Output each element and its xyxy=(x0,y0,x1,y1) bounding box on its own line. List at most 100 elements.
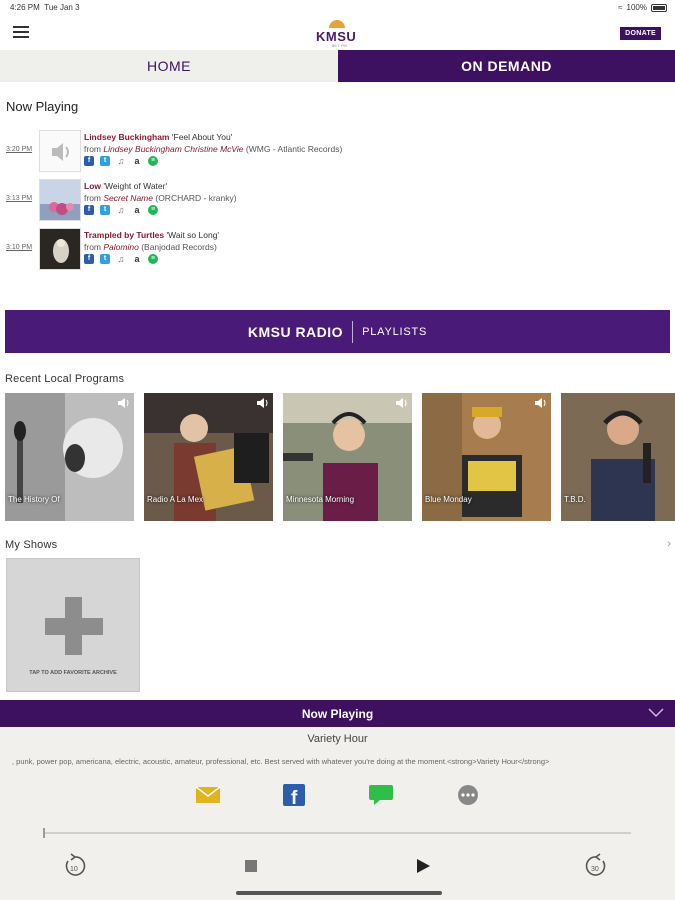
logo-sun-icon xyxy=(329,20,345,28)
svg-text:30: 30 xyxy=(591,866,599,873)
current-show-name: Variety Hour xyxy=(307,733,368,745)
audio-speaker-icon xyxy=(257,398,268,408)
track-album[interactable]: Lindsey Buckingham Christine McVie xyxy=(103,144,243,154)
track-album[interactable]: Palomino xyxy=(103,242,138,252)
stop-icon[interactable] xyxy=(244,859,258,873)
banner-station-name: KMSU RADIO xyxy=(248,320,354,343)
forward-30-icon[interactable]: 30 xyxy=(583,853,609,879)
track-time[interactable]: 3:20 PM xyxy=(6,146,32,153)
tab-on-demand[interactable]: ON DEMAND xyxy=(338,50,675,82)
album-art-secret-name xyxy=(40,180,80,220)
speaker-placeholder-icon xyxy=(52,143,69,161)
program-caption: Radio A La Mex xyxy=(147,495,204,504)
track-label: (WMG - Atlantic Records) xyxy=(245,144,343,154)
track-artist[interactable]: Lindsey Buckingham xyxy=(84,132,170,142)
now-playing-bar[interactable]: Now Playing xyxy=(0,700,675,727)
track-label: (Banjodad Records) xyxy=(141,242,217,252)
status-right: ≈ 100% xyxy=(618,3,667,12)
spotify-icon[interactable]: ≡ xyxy=(148,254,158,264)
battery-icon xyxy=(651,3,667,12)
recent-programs-heading: Recent Local Programs xyxy=(5,373,125,385)
program-caption: Blue Monday xyxy=(425,495,472,504)
chevron-right-icon[interactable]: › xyxy=(667,538,671,550)
tab-home[interactable]: HOME xyxy=(0,50,338,82)
itunes-icon[interactable]: ♫ xyxy=(116,254,126,264)
twitter-icon[interactable]: t xyxy=(100,254,110,264)
audio-speaker-icon xyxy=(118,398,129,408)
show-description: , punk, power pop, americana, electric, … xyxy=(12,757,550,766)
wifi-icon: ≈ xyxy=(618,3,623,12)
recent-programs-carousel[interactable]: The History Of Radio A La Mex Minnesota … xyxy=(5,393,675,521)
battery-percent: 100% xyxy=(626,3,647,12)
add-favorite-label: TAP TO ADD FAVORITE ARCHIVE xyxy=(29,670,117,676)
amazon-icon[interactable]: a xyxy=(132,254,142,264)
album-art-palomino xyxy=(40,229,80,269)
app-bar: KMSU 89.7 FM DONATE xyxy=(0,16,675,50)
track-artist[interactable]: Trampled by Turtles xyxy=(84,230,164,240)
track-artwork xyxy=(39,179,81,221)
program-card[interactable]: Radio A La Mex xyxy=(144,393,273,521)
email-share-icon[interactable] xyxy=(195,784,221,806)
track-info: Lindsey Buckingham 'Feel About You' from… xyxy=(84,132,343,166)
amazon-icon[interactable]: a xyxy=(132,205,142,215)
chevron-down-icon[interactable] xyxy=(647,706,665,718)
amazon-icon[interactable]: a xyxy=(132,156,142,166)
facebook-icon[interactable]: f xyxy=(84,156,94,166)
home-indicator[interactable] xyxy=(236,891,442,895)
track-row[interactable]: 3:10 PM Trampled by Turtles 'Wait so Lon… xyxy=(0,228,675,272)
playback-progress-bar[interactable] xyxy=(43,828,631,838)
kmsu-playlists-banner[interactable]: KMSU RADIO PLAYLISTS xyxy=(5,310,670,353)
program-caption: The History Of xyxy=(8,495,60,504)
more-options-icon[interactable] xyxy=(455,784,481,806)
track-artwork xyxy=(39,228,81,270)
status-time: 4:26 PM Tue Jan 3 xyxy=(10,3,80,12)
player-bar-title: Now Playing xyxy=(301,707,374,721)
track-info: Low 'Weight of Water' from Secret Name (… xyxy=(84,181,237,215)
svg-text:f: f xyxy=(291,788,298,806)
track-song: 'Wait so Long' xyxy=(166,230,220,240)
program-card[interactable]: T.B.D. xyxy=(561,393,675,521)
banner-playlists-link[interactable]: PLAYLISTS xyxy=(353,321,427,343)
twitter-icon[interactable]: t xyxy=(100,156,110,166)
track-artwork xyxy=(39,130,81,172)
itunes-icon[interactable]: ♫ xyxy=(116,205,126,215)
program-card[interactable]: Blue Monday xyxy=(422,393,551,521)
donate-button[interactable]: DONATE xyxy=(620,27,661,40)
track-song: 'Weight of Water' xyxy=(103,181,168,191)
track-album[interactable]: Secret Name xyxy=(103,193,153,203)
program-caption: T.B.D. xyxy=(564,495,586,504)
play-icon[interactable] xyxy=(414,857,432,875)
track-time[interactable]: 3:10 PM xyxy=(6,244,32,251)
add-favorite-archive-button[interactable]: TAP TO ADD FAVORITE ARCHIVE xyxy=(6,558,140,692)
main-tabs: HOME ON DEMAND xyxy=(0,50,675,82)
track-row[interactable]: 3:13 PM Low 'Weight of Water' from Secre… xyxy=(0,179,675,223)
program-card[interactable]: The History Of xyxy=(5,393,134,521)
status-bar: 4:26 PM Tue Jan 3 ≈ 100% xyxy=(0,0,675,16)
track-label: (ORCHARD - kranky) xyxy=(155,193,237,203)
spotify-icon[interactable]: ≡ xyxy=(148,156,158,166)
facebook-share-icon[interactable]: f xyxy=(282,784,308,806)
message-share-icon[interactable] xyxy=(368,784,394,806)
hamburger-menu-icon[interactable] xyxy=(13,26,29,40)
progress-knob[interactable] xyxy=(43,828,45,838)
twitter-icon[interactable]: t xyxy=(100,205,110,215)
svg-text:10: 10 xyxy=(70,866,78,873)
program-card[interactable]: Minnesota Morning xyxy=(283,393,412,521)
track-info: Trampled by Turtles 'Wait so Long' from … xyxy=(84,230,220,264)
audio-speaker-icon xyxy=(396,398,407,408)
my-shows-heading: My Shows xyxy=(5,539,58,551)
track-song: 'Feel About You' xyxy=(171,132,233,142)
facebook-icon[interactable]: f xyxy=(84,205,94,215)
program-caption: Minnesota Morning xyxy=(286,495,355,504)
kmsu-logo: KMSU 89.7 FM xyxy=(312,20,364,48)
player-panel: Variety Hour , punk, power pop, american… xyxy=(0,727,675,900)
audio-speaker-icon xyxy=(535,398,546,408)
facebook-icon[interactable]: f xyxy=(84,254,94,264)
rewind-10-icon[interactable]: 10 xyxy=(62,853,88,879)
track-time[interactable]: 3:13 PM xyxy=(6,195,32,202)
spotify-icon[interactable]: ≡ xyxy=(148,205,158,215)
now-playing-heading: Now Playing xyxy=(6,99,79,114)
track-row[interactable]: 3:20 PM Lindsey Buckingham 'Feel About Y… xyxy=(0,130,675,174)
itunes-icon[interactable]: ♫ xyxy=(116,156,126,166)
track-artist[interactable]: Low xyxy=(84,181,101,191)
